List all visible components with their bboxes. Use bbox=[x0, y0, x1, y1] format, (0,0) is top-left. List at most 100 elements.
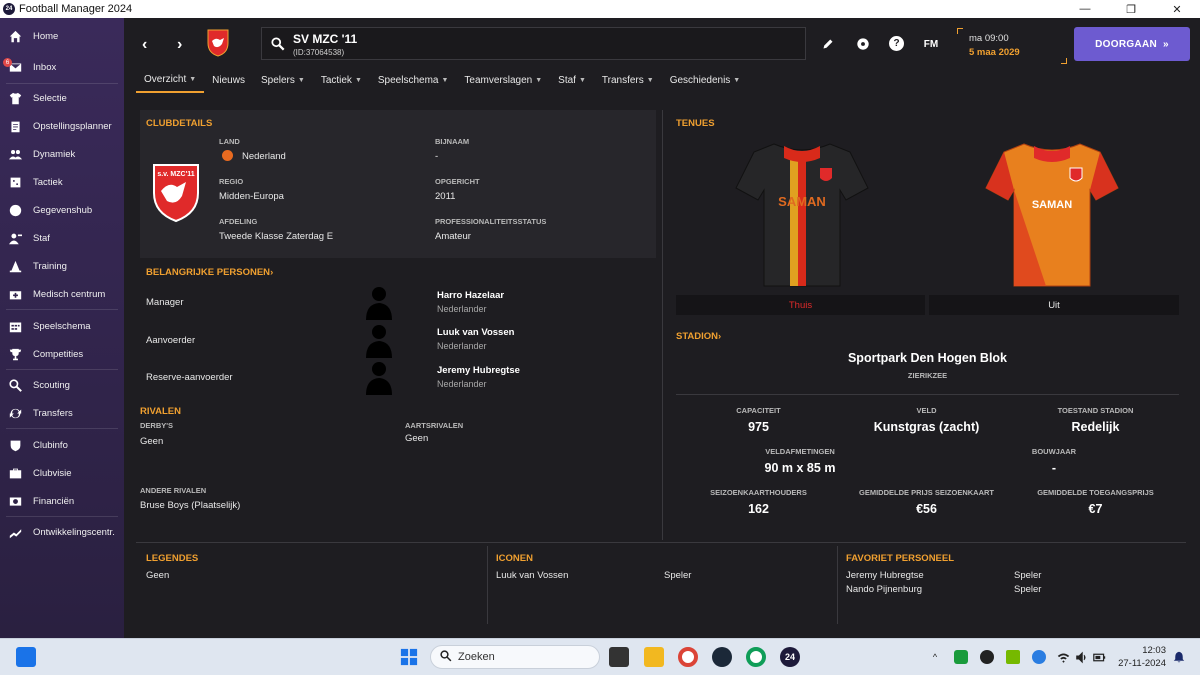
afdeling-label: AFDELING bbox=[219, 217, 258, 226]
sidebar-item-competities[interactable]: Competities bbox=[0, 343, 124, 365]
continue-button[interactable]: DOORGAAN » bbox=[1074, 27, 1190, 61]
home-kit-tab[interactable]: Thuis bbox=[676, 295, 925, 315]
bottom-divider bbox=[136, 542, 1186, 543]
tray-app-icon[interactable] bbox=[980, 650, 994, 664]
shirt-icon bbox=[8, 91, 22, 105]
fm-menu-icon[interactable]: FM bbox=[922, 36, 940, 52]
chevron-up-icon[interactable]: ^ bbox=[928, 650, 942, 664]
tab-geschiedenis[interactable]: Geschiedenis ▼ bbox=[662, 67, 749, 93]
icon-person-name[interactable]: Luuk van Vossen bbox=[496, 570, 568, 581]
windows-start-icon[interactable] bbox=[399, 647, 419, 667]
steam-icon[interactable] bbox=[712, 647, 732, 667]
person-name[interactable]: Jeremy Hubregtse bbox=[437, 365, 520, 376]
sidebar-item-gegevenshub[interactable]: Gegevenshub bbox=[0, 199, 124, 221]
stadium-title[interactable]: STADION› bbox=[676, 331, 721, 342]
maximize-icon[interactable]: ❐ bbox=[1108, 0, 1154, 18]
chrome-profile-icon[interactable] bbox=[746, 647, 766, 667]
land-value[interactable]: Nederland bbox=[242, 151, 286, 162]
afdeling-value[interactable]: Tweede Klasse Zaterdag E bbox=[219, 231, 333, 242]
person-name[interactable]: Luuk van Vossen bbox=[437, 327, 514, 338]
tab-overzicht[interactable]: Overzicht ▼ bbox=[136, 67, 205, 93]
sidebar-item-opstellingsplanner[interactable]: Opstellingsplanner bbox=[0, 115, 124, 137]
home-kit-image[interactable]: SAMAN bbox=[734, 138, 870, 288]
finance-icon bbox=[8, 494, 22, 508]
taskbar-clock[interactable]: 12:03 27-11-2024 bbox=[1112, 644, 1166, 670]
person-role: Aanvoerder bbox=[146, 335, 196, 346]
taskbar-search[interactable]: Zoeken bbox=[430, 645, 600, 669]
tab-label: Nieuws bbox=[212, 74, 245, 86]
edit-pencil-icon[interactable] bbox=[820, 36, 836, 52]
sidebar-item-clubinfo[interactable]: Clubinfo bbox=[0, 434, 124, 456]
tab-teamverslagen[interactable]: Teamverslagen ▼ bbox=[456, 67, 550, 93]
sidebar-item-transfers[interactable]: Transfers bbox=[0, 402, 124, 424]
favstaff-name[interactable]: Jeremy Hubregtse bbox=[846, 570, 924, 581]
fm-app-icon: 24 bbox=[3, 3, 15, 15]
minimize-icon[interactable]: — bbox=[1062, 0, 1108, 18]
taskbar-time: 12:03 bbox=[1142, 645, 1166, 656]
favstaff-name[interactable]: Nando Pijnenburg bbox=[846, 584, 922, 595]
other-rivals-value[interactable]: Bruse Boys (Plaatselijk) bbox=[140, 500, 240, 511]
sidebar-item-staf[interactable]: Staf bbox=[0, 227, 124, 249]
persons-title[interactable]: BELANGRIJKE PERSONEN› bbox=[146, 267, 273, 278]
stadium-stat-label: SEIZOENKAARTHOUDERS bbox=[710, 488, 807, 497]
tab-spelers[interactable]: Spelers ▼ bbox=[253, 67, 313, 93]
sidebar-item-ontwikkelingscentrum[interactable]: Ontwikkelingscentr. bbox=[0, 521, 124, 543]
club-crest-icon[interactable] bbox=[206, 29, 230, 57]
tab-transfers[interactable]: Transfers ▼ bbox=[594, 67, 662, 93]
file-explorer-icon[interactable] bbox=[644, 647, 664, 667]
away-kit-image[interactable]: SAMAN bbox=[984, 138, 1120, 288]
sidebar-item-clubvisie[interactable]: Clubvisie bbox=[0, 462, 124, 484]
sidebar-item-medisch-centrum[interactable]: Medisch centrum bbox=[0, 283, 124, 305]
stadium-city: ZIERIKZEE bbox=[907, 371, 948, 380]
nvidia-icon[interactable] bbox=[1006, 650, 1020, 664]
chevron-down-icon: ▼ bbox=[297, 76, 305, 84]
tab-tactiek[interactable]: Tactiek ▼ bbox=[313, 67, 370, 93]
person-name[interactable]: Harro Hazelaar bbox=[437, 290, 504, 301]
volume-icon[interactable] bbox=[1074, 650, 1088, 664]
sidebar-item-tactiek[interactable]: Tactiek bbox=[0, 171, 124, 193]
tab-nieuws[interactable]: Nieuws bbox=[204, 67, 253, 93]
help-icon[interactable]: ? bbox=[889, 36, 904, 51]
forward-arrow-icon[interactable]: › bbox=[177, 36, 182, 54]
widgets-icon[interactable] bbox=[16, 647, 36, 667]
tab-speelschema[interactable]: Speelschema ▼ bbox=[370, 67, 457, 93]
chevron-down-icon: ▼ bbox=[733, 76, 741, 84]
sidebar-item-home[interactable]: Home bbox=[0, 25, 124, 47]
task-view-icon[interactable] bbox=[609, 647, 629, 667]
tray-app-icon[interactable] bbox=[954, 650, 968, 664]
sidebar-item-speelschema[interactable]: Speelschema bbox=[0, 315, 124, 337]
stadium-stat-label: TOESTAND STADION bbox=[1057, 406, 1134, 415]
tab-label: Speelschema bbox=[377, 74, 439, 86]
wifi-icon[interactable] bbox=[1056, 650, 1070, 664]
football-manager-taskbar-icon[interactable]: 24 bbox=[780, 647, 800, 667]
tray-app-icon[interactable] bbox=[1032, 650, 1046, 664]
column-divider bbox=[662, 110, 663, 540]
sidebar-item-dynamiek[interactable]: Dynamiek bbox=[0, 143, 124, 165]
divider bbox=[6, 428, 118, 429]
date-corner-decoration bbox=[1061, 58, 1067, 64]
tab-staf[interactable]: Staf ▼ bbox=[550, 67, 594, 93]
chrome-icon[interactable] bbox=[678, 647, 698, 667]
sidebar-item-financien[interactable]: Financiën bbox=[0, 490, 124, 512]
sidebar-item-training[interactable]: Training bbox=[0, 255, 124, 277]
club-search-box[interactable]: SV MZC '11 (ID:37064538) bbox=[261, 27, 806, 60]
battery-icon[interactable] bbox=[1092, 650, 1106, 664]
person-role: Manager bbox=[146, 297, 184, 308]
sidebar-item-scouting[interactable]: Scouting bbox=[0, 374, 124, 396]
sidebar-item-selectie[interactable]: Selectie bbox=[0, 87, 124, 109]
notification-bell-icon[interactable] bbox=[1172, 650, 1186, 664]
close-icon[interactable]: ✕ bbox=[1154, 0, 1200, 18]
sidebar-item-inbox[interactable]: 6 Inbox bbox=[0, 56, 124, 78]
favstaff-role: Speler bbox=[1014, 570, 1042, 581]
favstaff-role: Speler bbox=[1014, 584, 1042, 595]
clubdetails-title: CLUBDETAILS bbox=[146, 118, 213, 129]
back-arrow-icon[interactable]: ‹ bbox=[142, 36, 147, 54]
ball-icon[interactable] bbox=[855, 36, 871, 52]
sidebar-item-label: Tactiek bbox=[33, 176, 63, 188]
tab-label: Tactiek bbox=[320, 74, 352, 86]
divider bbox=[6, 369, 118, 370]
game-date[interactable]: ma 09:00 5 maa 2029 bbox=[957, 28, 1067, 64]
rivals-title: RIVALEN bbox=[140, 406, 181, 417]
away-kit-tab[interactable]: Uit bbox=[929, 295, 1179, 315]
person-silhouette-icon bbox=[366, 362, 392, 395]
